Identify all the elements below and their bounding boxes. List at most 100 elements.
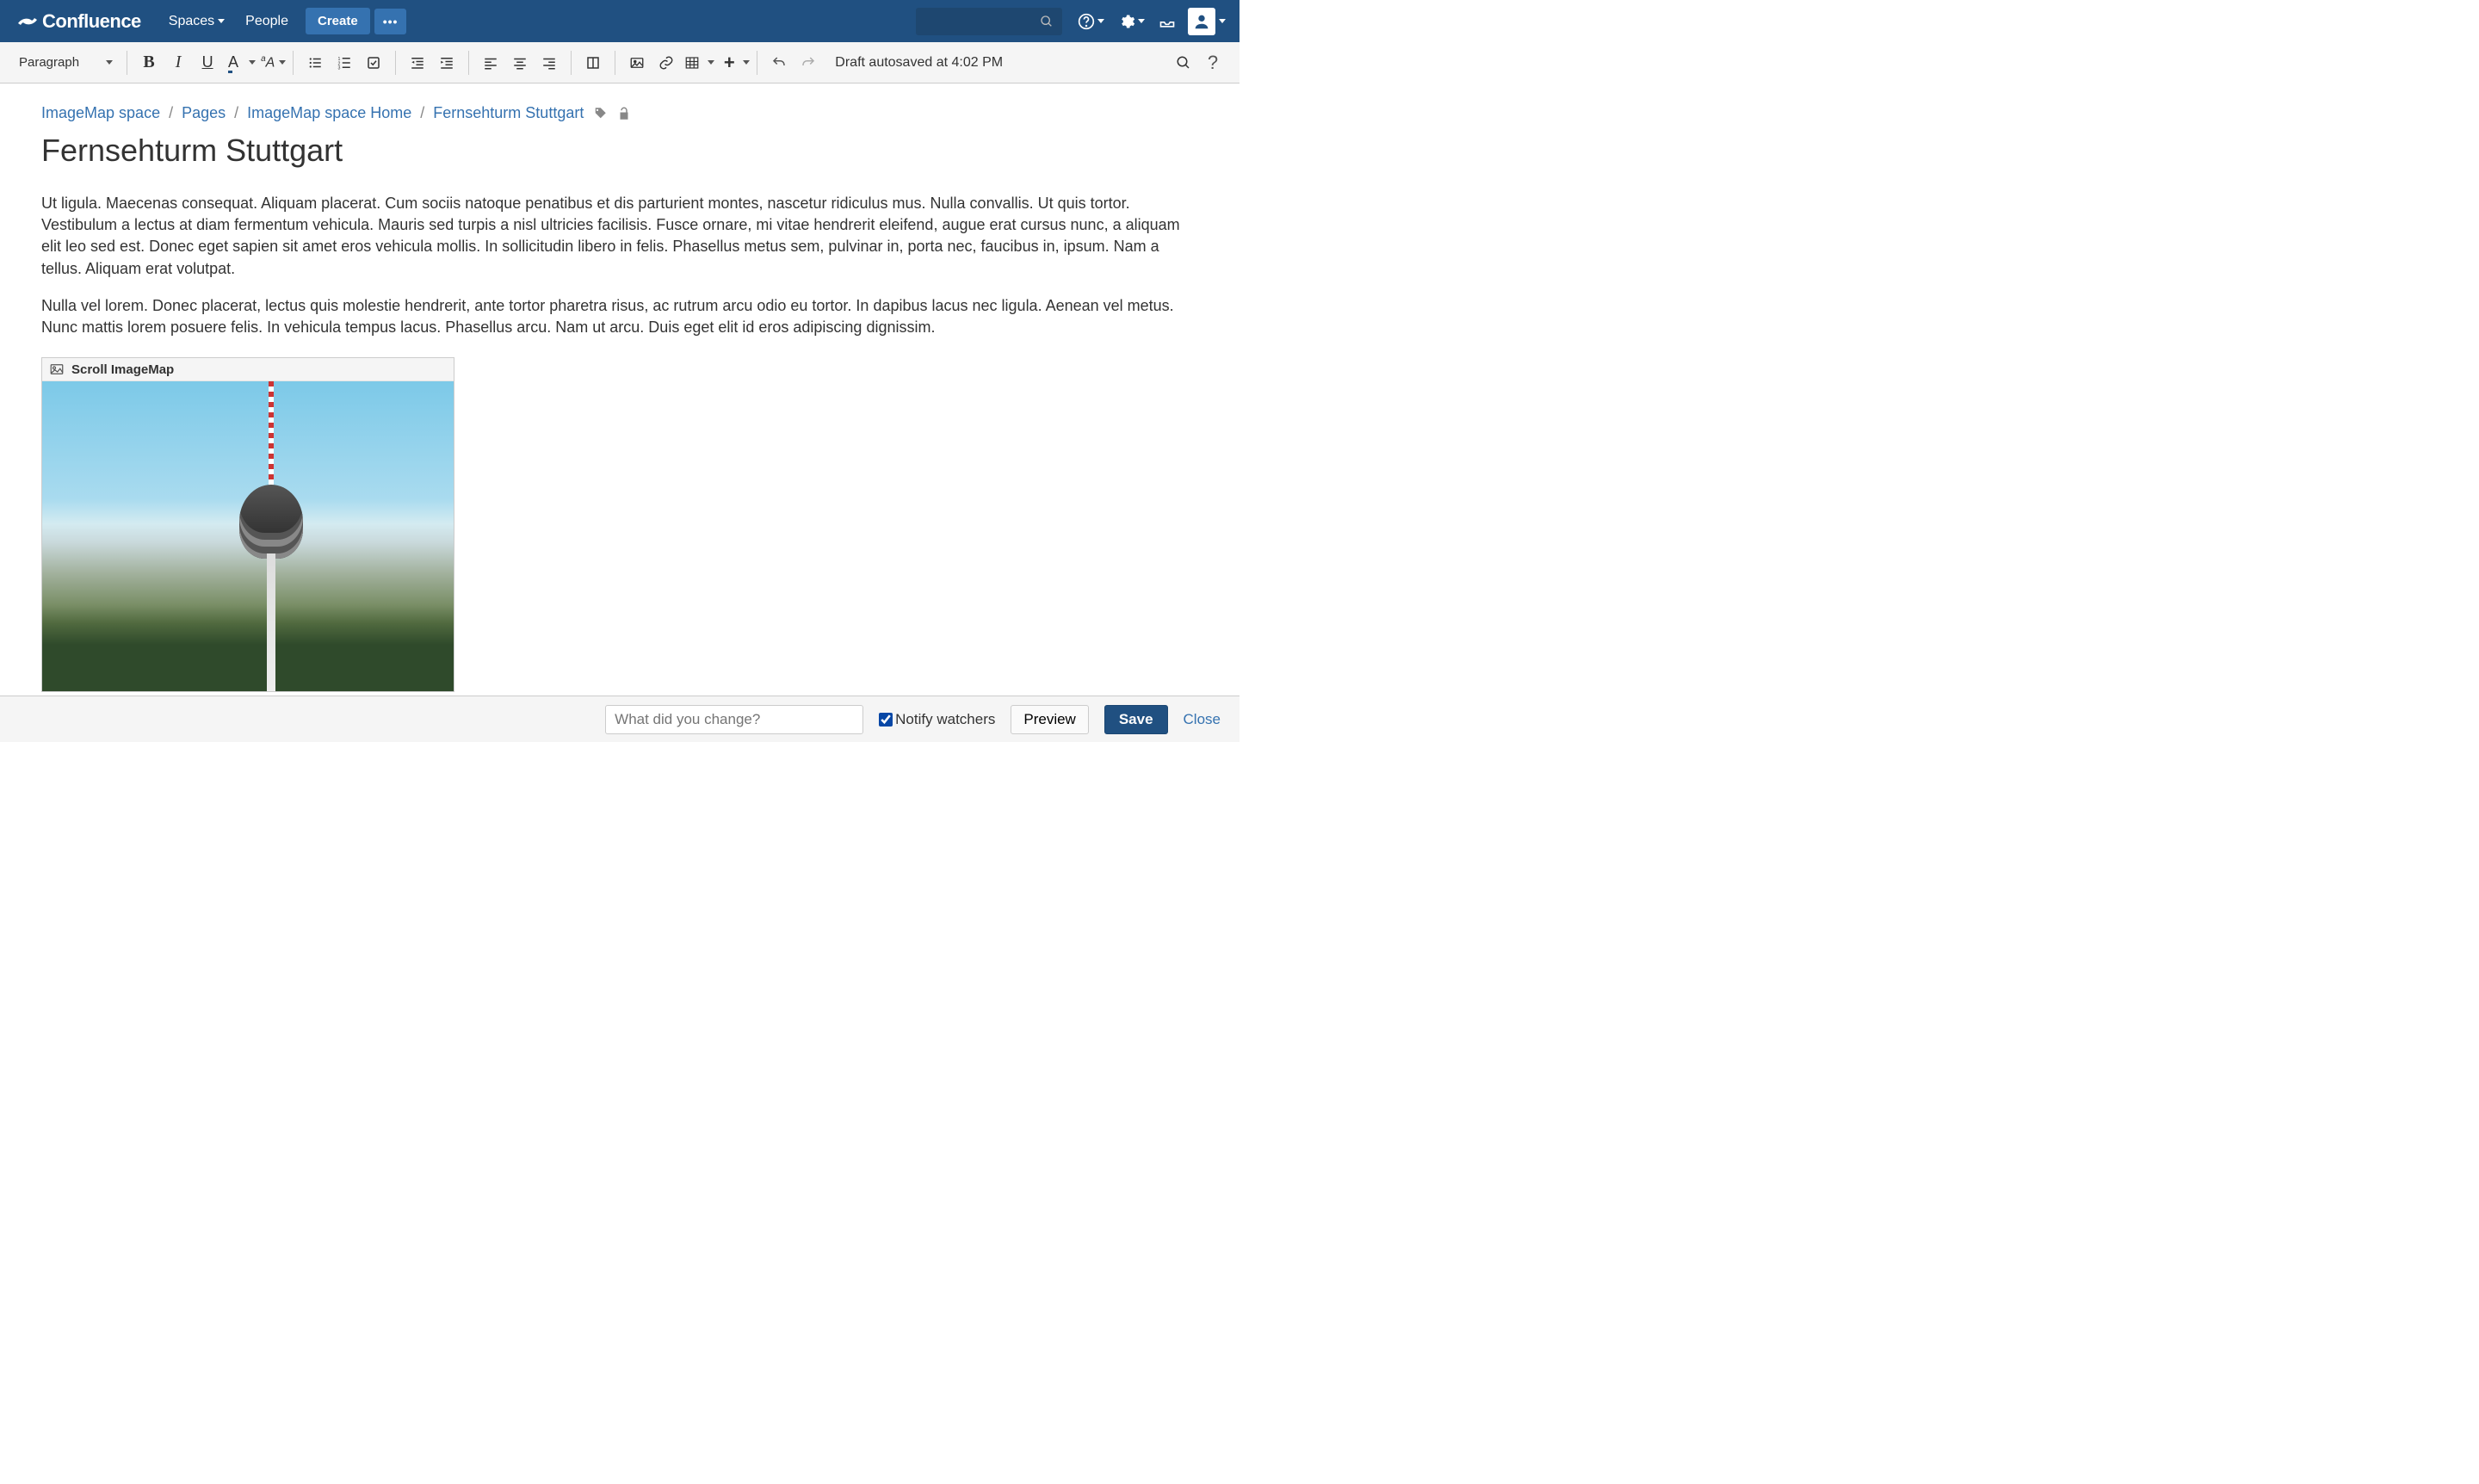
chevron-down-icon <box>708 60 714 65</box>
align-center-icon <box>512 55 528 71</box>
macro-icon <box>49 362 65 377</box>
breadcrumb-separator: / <box>420 104 424 122</box>
editor-content[interactable]: ImageMap space / Pages / ImageMap space … <box>0 83 1240 714</box>
breadcrumb: ImageMap space / Pages / ImageMap space … <box>41 104 1198 122</box>
breadcrumb-current[interactable]: Fernsehturm Stuttgart <box>433 104 584 122</box>
text-color-button[interactable]: A <box>222 48 256 77</box>
version-comment-input[interactable] <box>605 705 863 734</box>
numbered-list-icon: 123 <box>337 55 352 71</box>
task-list-button[interactable] <box>359 48 388 77</box>
paragraph-style-select[interactable]: Paragraph <box>12 52 120 73</box>
separator <box>468 51 469 75</box>
insert-link-button[interactable] <box>652 48 681 77</box>
autosave-status: Draft autosaved at 4:02 PM <box>835 55 1003 71</box>
breadcrumb-home[interactable]: ImageMap space Home <box>247 104 411 122</box>
numbered-list-button[interactable]: 123 <box>330 48 359 77</box>
restrictions-icon[interactable] <box>616 106 632 121</box>
notify-watchers-toggle[interactable]: Notify watchers <box>879 711 995 728</box>
chevron-down-icon <box>279 60 286 65</box>
redo-icon <box>801 55 816 71</box>
search-input[interactable] <box>916 8 1062 35</box>
undo-button[interactable] <box>764 48 794 77</box>
notify-watchers-label: Notify watchers <box>895 711 995 728</box>
confluence-logo[interactable]: Confluence <box>17 10 141 33</box>
person-icon <box>1192 12 1211 31</box>
underline-button[interactable]: U <box>193 48 222 77</box>
breadcrumb-separator: / <box>169 104 173 122</box>
outdent-icon <box>410 55 425 71</box>
editor-toolbar: Paragraph B I U A aA 123 <box>0 42 1240 83</box>
macro-image-placeholder <box>42 381 454 691</box>
table-icon <box>684 55 700 71</box>
create-button[interactable]: Create <box>306 8 370 34</box>
align-left-button[interactable] <box>476 48 505 77</box>
notify-watchers-checkbox[interactable] <box>879 713 893 727</box>
separator <box>571 51 572 75</box>
more-actions-button[interactable]: ••• <box>374 9 407 34</box>
user-avatar[interactable] <box>1188 8 1215 35</box>
macro-header: Scroll ImageMap <box>42 358 454 381</box>
nav-spaces[interactable]: Spaces <box>158 7 235 36</box>
indent-icon <box>439 55 454 71</box>
chevron-down-icon <box>1219 19 1226 23</box>
layout-icon <box>585 55 601 71</box>
breadcrumb-space[interactable]: ImageMap space <box>41 104 160 122</box>
gear-icon <box>1118 13 1135 30</box>
nav-people-label: People <box>245 14 288 29</box>
macro-label: Scroll ImageMap <box>71 362 174 377</box>
bold-button[interactable]: B <box>134 48 164 77</box>
insert-more-button[interactable]: + <box>720 48 750 77</box>
svg-text:3: 3 <box>338 65 341 71</box>
align-right-button[interactable] <box>535 48 564 77</box>
image-icon <box>629 55 645 71</box>
search-icon <box>1040 15 1054 28</box>
nav-spaces-label: Spaces <box>169 14 214 29</box>
find-replace-button[interactable] <box>1169 48 1198 77</box>
imagemap-macro[interactable]: Scroll ImageMap <box>41 357 454 692</box>
chevron-down-icon <box>106 60 113 65</box>
help-menu[interactable] <box>1071 8 1111 35</box>
preview-button[interactable]: Preview <box>1011 705 1088 734</box>
labels-icon[interactable] <box>592 106 608 121</box>
align-right-icon <box>541 55 557 71</box>
indent-button[interactable] <box>432 48 461 77</box>
link-icon <box>658 55 674 71</box>
save-button[interactable]: Save <box>1104 705 1168 734</box>
brand-text: Confluence <box>42 10 141 33</box>
bullet-list-button[interactable] <box>300 48 330 77</box>
editor-footer: Notify watchers Preview Save Close <box>0 696 1240 742</box>
tray-icon <box>1159 13 1176 30</box>
close-link[interactable]: Close <box>1184 711 1221 728</box>
checkbox-icon <box>366 55 381 71</box>
separator <box>293 51 294 75</box>
breadcrumb-separator: / <box>234 104 238 122</box>
page-layout-button[interactable] <box>578 48 608 77</box>
insert-table-button[interactable] <box>681 48 714 77</box>
chevron-down-icon <box>218 19 225 23</box>
italic-button[interactable]: I <box>164 48 193 77</box>
breadcrumb-pages[interactable]: Pages <box>182 104 226 122</box>
chevron-down-icon <box>249 60 256 65</box>
align-left-icon <box>483 55 498 71</box>
body-paragraph-2[interactable]: Nulla vel lorem. Donec placerat, lectus … <box>41 295 1186 338</box>
separator <box>395 51 396 75</box>
align-center-button[interactable] <box>505 48 535 77</box>
undo-icon <box>771 55 787 71</box>
outdent-button[interactable] <box>403 48 432 77</box>
editor-help-button[interactable]: ? <box>1198 48 1227 77</box>
chevron-down-icon <box>1097 19 1104 23</box>
nav-people[interactable]: People <box>235 7 299 36</box>
admin-menu[interactable] <box>1111 8 1152 35</box>
help-icon <box>1078 13 1095 30</box>
notifications-button[interactable] <box>1152 8 1183 35</box>
app-navbar: Confluence Spaces People Create ••• <box>0 0 1240 42</box>
chevron-down-icon <box>743 60 750 65</box>
body-paragraph-1[interactable]: Ut ligula. Maecenas consequat. Aliquam p… <box>41 193 1186 280</box>
more-formatting-button[interactable]: aA <box>261 54 286 71</box>
redo-button[interactable] <box>794 48 823 77</box>
paragraph-style-label: Paragraph <box>19 55 79 70</box>
bullet-list-icon <box>307 55 323 71</box>
search-icon <box>1176 55 1191 71</box>
page-title[interactable]: Fernsehturm Stuttgart <box>41 133 1198 169</box>
insert-image-button[interactable] <box>622 48 652 77</box>
